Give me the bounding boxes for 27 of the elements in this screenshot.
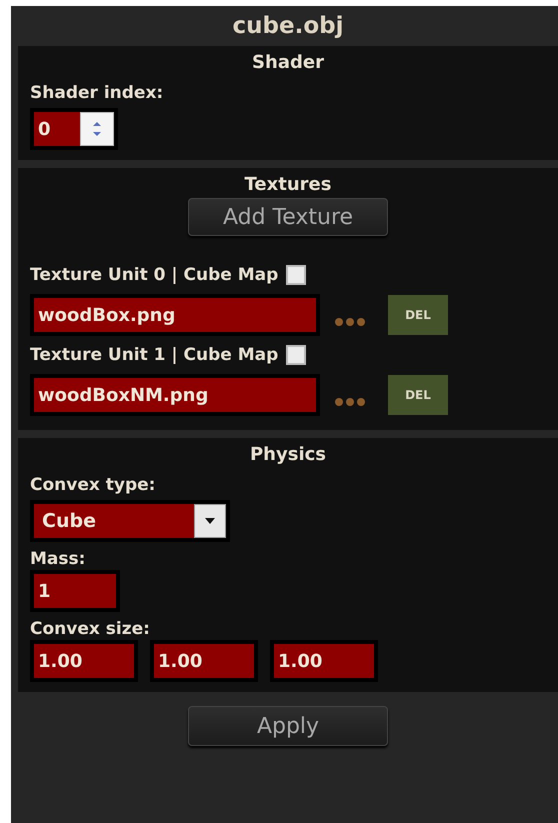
browse-dots-icon[interactable] — [334, 397, 366, 407]
texture-unit-label: Texture Unit 1 | Cube Map — [30, 344, 278, 366]
delete-button[interactable]: DEL — [388, 295, 448, 335]
convex-size-field[interactable]: 1.00 — [154, 644, 254, 678]
field-label: Convex size: — [30, 618, 150, 640]
texture-unit-label: Texture Unit 0 | Cube Map — [30, 264, 278, 286]
apply-button[interactable]: Apply — [188, 706, 388, 746]
section-heading: Textures — [244, 173, 332, 197]
add-texture-button[interactable]: Add Texture — [188, 198, 388, 236]
texture-file-field[interactable]: woodBoxNM.png — [34, 378, 316, 412]
spin-arrows-icon[interactable] — [80, 112, 114, 146]
convex-size-field[interactable]: 1.00 — [34, 644, 134, 678]
mass-field[interactable]: 1 — [34, 574, 116, 608]
texture-file-field[interactable]: woodBox.png — [34, 298, 316, 332]
cube-map-checkbox[interactable] — [286, 265, 306, 285]
spin-field[interactable]: 0 — [30, 108, 118, 150]
section-heading: Physics — [248, 443, 327, 467]
browse-dots-icon[interactable] — [334, 317, 366, 327]
window-title: cube.obj — [232, 12, 344, 41]
delete-button[interactable]: DEL — [388, 375, 448, 415]
field-label: Convex type: — [30, 474, 156, 496]
convex-type-dropdown[interactable]: Cube — [30, 500, 230, 542]
section-heading: Shader — [251, 51, 325, 75]
field-label: Mass: — [30, 548, 86, 570]
field-label: Shader index: — [30, 82, 164, 104]
cube-map-checkbox[interactable] — [286, 345, 306, 365]
convex-size-field[interactable]: 1.00 — [274, 644, 374, 678]
